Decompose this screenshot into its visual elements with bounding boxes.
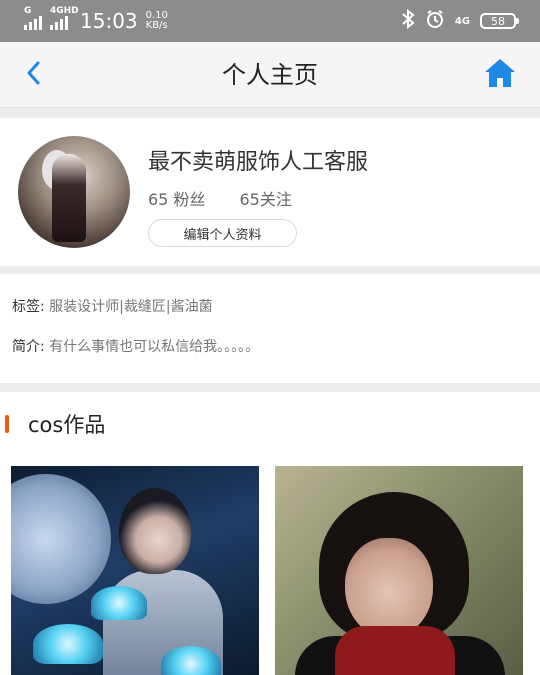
network-speed-unit: KB/s bbox=[145, 20, 168, 31]
intro-row: 简介: 有什么事情也可以私信给我。。。。。 bbox=[12, 336, 259, 356]
edit-profile-button[interactable]: 编辑个人资料 bbox=[148, 219, 297, 247]
home-icon bbox=[484, 58, 516, 92]
status-left: G 4GHD 15:03 0.10 KB/s bbox=[24, 6, 168, 36]
clock: 15:03 bbox=[80, 9, 138, 33]
section-divider bbox=[0, 266, 540, 274]
network-4g-label: 4G bbox=[454, 15, 470, 27]
network-type-label: 4GHD bbox=[50, 6, 79, 16]
alarm-icon bbox=[425, 9, 445, 33]
status-bar: G 4GHD 15:03 0.10 KB/s 4G 58 bbox=[0, 0, 540, 42]
page-title: 个人主页 bbox=[222, 61, 318, 89]
cos-photo[interactable] bbox=[11, 466, 259, 675]
bluetooth-icon bbox=[401, 8, 415, 33]
battery-level: 58 bbox=[491, 14, 505, 28]
battery-icon: 58 bbox=[480, 13, 519, 29]
profile-stats: 65 粉丝 65关注 bbox=[148, 186, 292, 210]
avatar[interactable] bbox=[18, 136, 130, 248]
section-title: cos作品 bbox=[28, 413, 106, 437]
signal-icon: 4GHD bbox=[50, 6, 79, 30]
intro-value: 有什么事情也可以私信给我。。。。。 bbox=[49, 339, 260, 355]
followers-count[interactable]: 65 粉丝 bbox=[148, 186, 205, 210]
section-divider bbox=[0, 108, 540, 118]
following-count[interactable]: 65关注 bbox=[239, 186, 291, 210]
cos-photo[interactable] bbox=[275, 466, 523, 675]
intro-label: 简介: bbox=[12, 339, 45, 355]
home-button[interactable] bbox=[482, 57, 518, 93]
section-marker bbox=[5, 415, 9, 433]
tags-value: 服装设计师|裁缝匠|酱油菌 bbox=[49, 299, 213, 315]
network-type-label: G bbox=[24, 6, 32, 16]
network-speed: 0.10 KB/s bbox=[146, 11, 168, 31]
section-divider bbox=[0, 383, 540, 392]
tags-label: 标签: bbox=[12, 299, 45, 315]
tags-row: 标签: 服装设计师|裁缝匠|酱油菌 bbox=[12, 296, 213, 316]
navigation-bar: 个人主页 bbox=[0, 42, 540, 108]
status-right: 4G 58 bbox=[401, 6, 519, 36]
signal-icon: G bbox=[24, 6, 44, 30]
username: 最不卖萌服饰人工客服 bbox=[148, 150, 369, 175]
